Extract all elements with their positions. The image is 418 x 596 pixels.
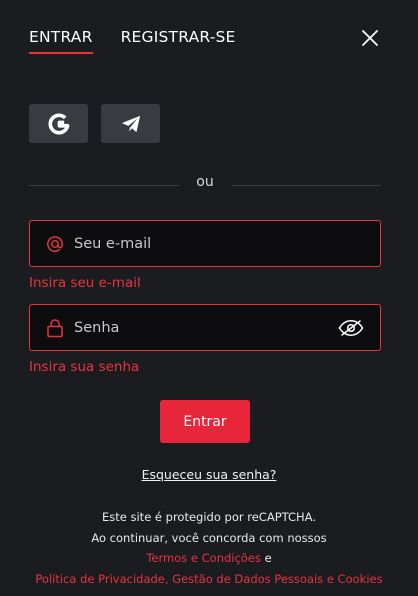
- legal-notice: Este site é protegido por reCAPTCHA. Ao …: [0, 507, 418, 589]
- telegram-icon: [121, 115, 140, 132]
- at-icon: [46, 235, 64, 253]
- password-field[interactable]: [29, 304, 381, 351]
- lock-icon: [46, 318, 64, 337]
- and-text: e: [264, 551, 272, 565]
- auth-tabs: ENTRAR REGISTRAR-SE: [29, 28, 236, 54]
- close-icon[interactable]: [361, 29, 379, 47]
- password-error: Insira sua senha: [29, 359, 140, 375]
- login-submit-button[interactable]: Entrar: [160, 400, 250, 443]
- forgot-password-link[interactable]: Esqueceu sua senha?: [0, 467, 418, 482]
- tab-register[interactable]: REGISTRAR-SE: [121, 28, 236, 54]
- email-error: Insira seu e-mail: [29, 275, 141, 291]
- terms-link[interactable]: Termos e Condições: [146, 551, 261, 565]
- privacy-link[interactable]: Política de Privacidade, Gestão de Dados…: [35, 572, 382, 586]
- recaptcha-text: Este site é protegido por reCAPTCHA.: [102, 510, 316, 524]
- privacy-line: Política de Privacidade, Gestão de Dados…: [0, 569, 418, 590]
- telegram-login-button[interactable]: [101, 104, 160, 143]
- google-icon: [48, 112, 69, 135]
- tab-login[interactable]: ENTRAR: [29, 28, 93, 54]
- eye-off-icon[interactable]: [338, 319, 364, 337]
- password-input[interactable]: [72, 318, 338, 337]
- or-label: ou: [196, 174, 214, 190]
- terms-line: Termos e Condições e: [0, 548, 418, 569]
- agreement-text: Ao continuar, você concorda com nossos: [91, 530, 327, 545]
- social-login: [29, 104, 160, 143]
- or-divider: ou: [29, 174, 381, 192]
- email-input[interactable]: [72, 234, 380, 253]
- email-field[interactable]: [29, 220, 381, 267]
- google-login-button[interactable]: [29, 104, 88, 143]
